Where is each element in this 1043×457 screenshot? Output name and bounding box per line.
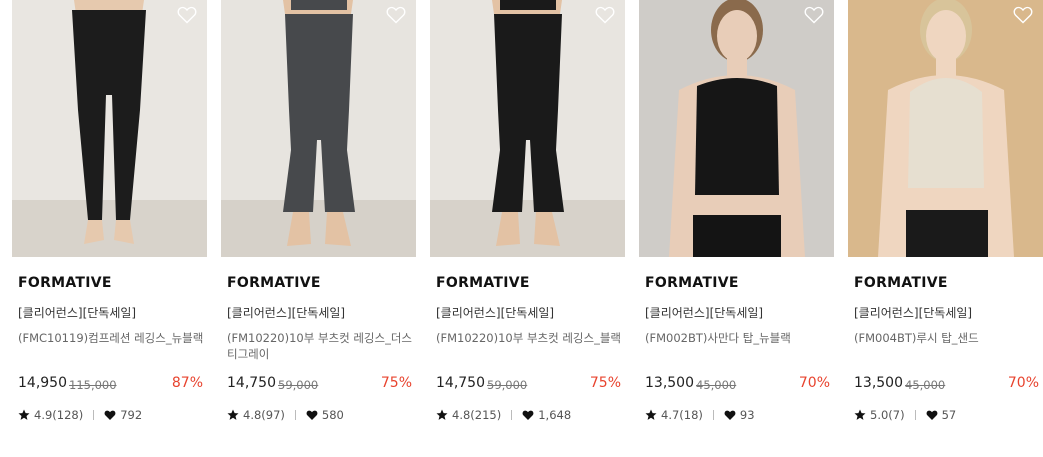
heart-icon [306, 409, 318, 421]
likes-count: 1,648 [538, 408, 572, 422]
wishlist-heart-icon[interactable] [386, 6, 406, 24]
likes-count: 93 [739, 408, 755, 422]
divider [712, 410, 714, 420]
discount-rate: 75% [380, 375, 412, 391]
original-price: 59,000 [487, 378, 528, 392]
product-card[interactable]: FORMATIVE [클리어런스][단독세일] (FM002BT)사만다 탑_뉴… [639, 0, 834, 457]
product-meta: 4.8(97) 580 [227, 408, 344, 422]
product-meta: 5.0(7) 57 [854, 408, 956, 422]
product-card[interactable]: FORMATIVE [클리어런스][단독세일] (FMC10119)컴프레션 레… [12, 0, 207, 457]
product-image[interactable] [848, 0, 1043, 257]
divider [511, 410, 513, 420]
product-photo[interactable] [12, 0, 207, 257]
wishlist-heart-icon[interactable] [804, 6, 824, 24]
product-card[interactable]: FORMATIVE [클리어런스][단독세일] (FM10220)10부 부츠컷… [430, 0, 625, 457]
brand-name[interactable]: FORMATIVE [436, 275, 530, 291]
rating-text: 4.8(97) [243, 408, 285, 422]
promo-tag: [클리어런스][단독세일] [854, 306, 973, 320]
discount-rate: 75% [589, 375, 621, 391]
product-photo[interactable] [848, 0, 1043, 257]
brand-name[interactable]: FORMATIVE [645, 275, 739, 291]
sale-price: 14,950 [18, 375, 67, 391]
product-name[interactable]: (FM10220)10부 부츠컷 레깅스_더스티그레이 [227, 330, 417, 362]
product-image[interactable] [639, 0, 834, 257]
product-photo[interactable] [221, 0, 416, 257]
sale-price: 13,500 [645, 375, 694, 391]
rating-text: 4.7(18) [661, 408, 703, 422]
sale-price: 13,500 [854, 375, 903, 391]
likes-count: 580 [321, 408, 344, 422]
promo-tag: [클리어런스][단독세일] [645, 306, 764, 320]
promo-tag: [클리어런스][단독세일] [227, 306, 346, 320]
star-icon [18, 409, 30, 421]
product-name[interactable]: (FMC10119)컴프레션 레깅스_뉴블랙 [18, 330, 208, 346]
rating-text: 5.0(7) [870, 408, 905, 422]
divider [914, 410, 916, 420]
wishlist-heart-icon[interactable] [595, 6, 615, 24]
original-price: 45,000 [696, 378, 737, 392]
product-name[interactable]: (FM004BT)루시 탑_샌드 [854, 330, 1043, 346]
wishlist-heart-icon[interactable] [177, 6, 197, 24]
sale-price: 14,750 [227, 375, 276, 391]
divider [294, 410, 296, 420]
original-price: 59,000 [278, 378, 319, 392]
sale-price: 14,750 [436, 375, 485, 391]
heart-icon [104, 409, 116, 421]
product-photo[interactable] [430, 0, 625, 257]
promo-tag: [클리어런스][단독세일] [436, 306, 555, 320]
product-card[interactable]: FORMATIVE [클리어런스][단독세일] (FM10220)10부 부츠컷… [221, 0, 416, 457]
brand-name[interactable]: FORMATIVE [854, 275, 948, 291]
heart-icon [522, 409, 534, 421]
brand-name[interactable]: FORMATIVE [18, 275, 112, 291]
product-name[interactable]: (FM002BT)사만다 탑_뉴블랙 [645, 330, 835, 346]
original-price: 45,000 [905, 378, 946, 392]
product-meta: 4.9(128) 792 [18, 408, 142, 422]
star-icon [436, 409, 448, 421]
discount-rate: 87% [171, 375, 203, 391]
product-name[interactable]: (FM10220)10부 부츠컷 레깅스_블랙 [436, 330, 626, 346]
product-meta: 4.7(18) 93 [645, 408, 755, 422]
product-grid: FORMATIVE [클리어런스][단독세일] (FMC10119)컴프레션 레… [0, 0, 1043, 457]
promo-tag: [클리어런스][단독세일] [18, 306, 137, 320]
heart-icon [724, 409, 736, 421]
brand-name[interactable]: FORMATIVE [227, 275, 321, 291]
original-price: 115,000 [69, 378, 117, 392]
product-photo[interactable] [639, 0, 834, 257]
heart-icon [926, 409, 938, 421]
product-image[interactable] [12, 0, 207, 257]
product-image[interactable] [221, 0, 416, 257]
star-icon [227, 409, 239, 421]
star-icon [645, 409, 657, 421]
likes-count: 792 [120, 408, 143, 422]
rating-text: 4.9(128) [34, 408, 84, 422]
product-card[interactable]: FORMATIVE [클리어런스][단독세일] (FM004BT)루시 탑_샌드… [848, 0, 1043, 457]
discount-rate: 70% [1007, 375, 1039, 391]
star-icon [854, 409, 866, 421]
discount-rate: 70% [798, 375, 830, 391]
divider [93, 410, 95, 420]
rating-text: 4.8(215) [452, 408, 502, 422]
product-image[interactable] [430, 0, 625, 257]
wishlist-heart-icon[interactable] [1013, 6, 1033, 24]
likes-count: 57 [941, 408, 957, 422]
product-meta: 4.8(215) 1,648 [436, 408, 571, 422]
